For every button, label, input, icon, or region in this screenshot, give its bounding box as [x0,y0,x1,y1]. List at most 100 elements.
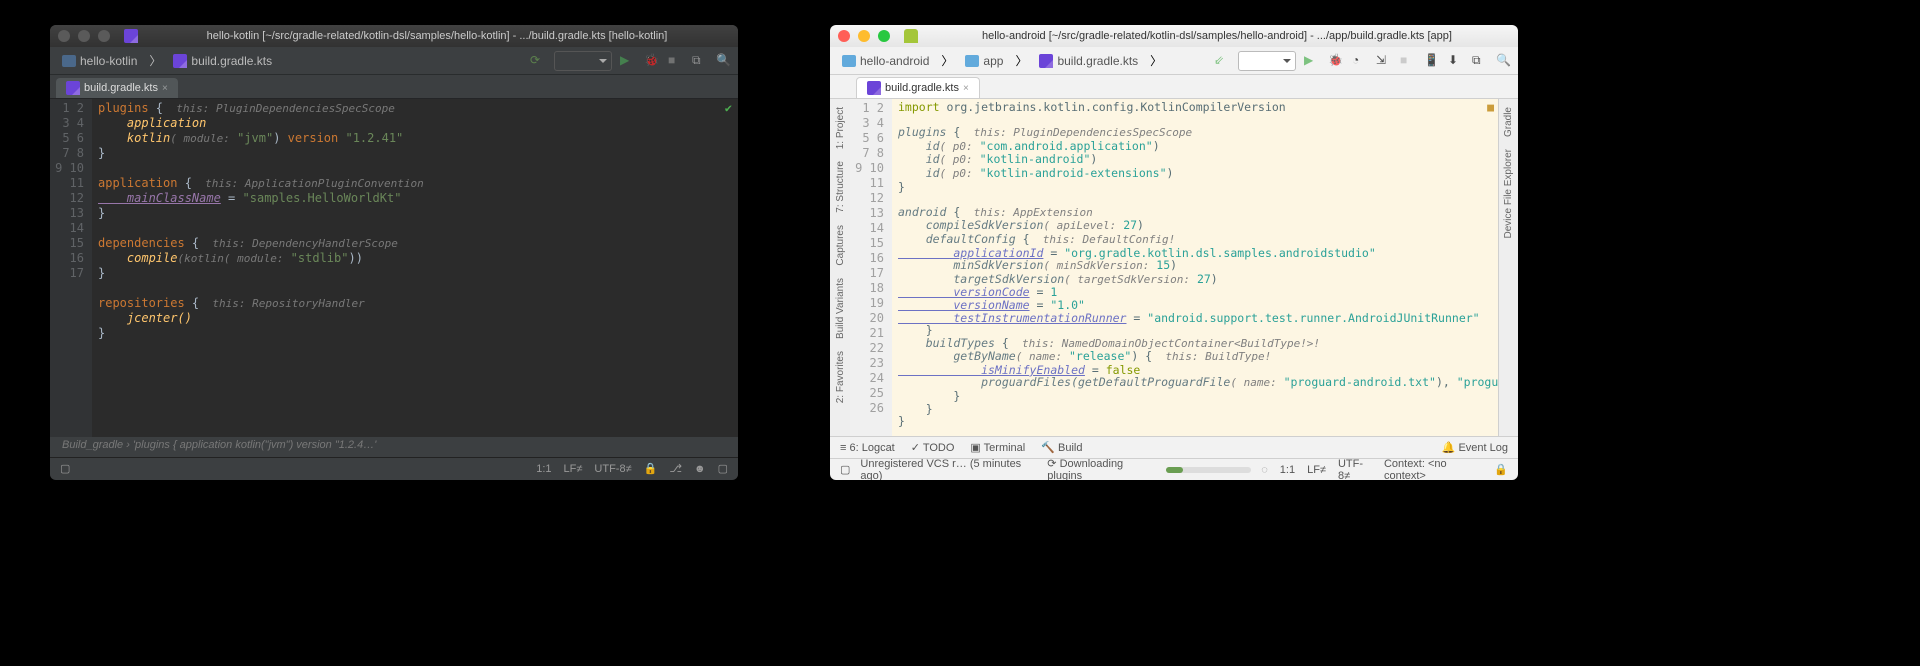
layout-icon[interactable]: ⧉ [1472,53,1488,69]
status-bar: ▢ Unregistered VCS r… (5 minutes ago) ⟳ … [830,458,1518,480]
tool-tab-build-variants[interactable]: Build Variants [835,274,846,343]
editor-tab[interactable]: build.gradle.kts × [56,78,178,98]
inspection-ok-icon: ✔ [725,101,732,116]
tool-tab-project[interactable]: 1: Project [835,103,846,153]
line-gutter[interactable]: 1 2 3 4 5 6 7 8 9 10 11 12 13 14 15 16 1… [850,99,892,436]
search-icon[interactable]: 🔍 [716,53,732,69]
run-config-select[interactable] [554,51,612,71]
run-icon[interactable]: ▶ [1304,53,1320,69]
tool-tab-logcat[interactable]: ≡ 6: Logcat [840,442,895,454]
breadcrumb-label: build.gradle.kts [191,54,272,68]
breadcrumb-project[interactable]: hello-android [836,52,935,70]
breadcrumb-label: hello-android [860,54,929,68]
breadcrumb-label: build.gradle.kts [1057,54,1138,68]
titlebar[interactable]: hello-android [~/src/gradle-related/kotl… [830,25,1518,47]
tool-tab-terminal[interactable]: ▣ Terminal [970,441,1025,454]
close-tab-icon[interactable]: × [162,83,168,94]
tool-tab-build[interactable]: 🔨 Build [1041,441,1082,454]
breadcrumb-label: hello-kotlin [80,54,137,68]
chevron-down-icon [1283,59,1291,67]
tool-tab-todo[interactable]: ✓ TODO [911,441,955,454]
line-gutter[interactable]: 1 2 3 4 5 6 7 8 9 10 11 12 13 14 15 16 1… [50,99,92,437]
sync-icon[interactable]: ⇙ [1214,53,1230,69]
close-icon[interactable] [838,30,850,42]
bottom-tool-stripe: ≡ 6: Logcat ✓ TODO ▣ Terminal 🔨 Build 🔔 … [830,436,1518,458]
chevron-down-icon [599,59,607,67]
code-area[interactable]: plugins { this: PluginDependenciesSpecSc… [92,99,738,437]
module-icon [965,55,979,67]
tool-tab-captures[interactable]: Captures [835,221,846,270]
line-ending[interactable]: LF≠ [1307,464,1326,476]
search-icon[interactable]: 🔍 [1496,53,1512,69]
tool-tab-event-log[interactable]: 🔔 Event Log [1442,441,1508,454]
breadcrumb-project[interactable]: hello-kotlin [56,52,143,70]
titlebar[interactable]: hello-kotlin [~/src/gradle-related/kotli… [50,25,738,47]
stop-icon[interactable]: ■ [668,53,684,69]
caret-position[interactable]: 1:1 [1280,464,1295,476]
code-area[interactable]: import org.jetbrains.kotlin.config.Kotli… [892,99,1498,436]
caret-position[interactable]: 1:1 [536,463,551,475]
breadcrumb-file[interactable]: build.gradle.kts [1033,52,1144,70]
progress-bar [1166,467,1252,473]
debug-icon[interactable]: 🐞 [644,53,660,69]
avd-icon[interactable]: 📱 [1424,53,1440,69]
kotlin-file-icon [867,81,881,95]
breadcrumb-file[interactable]: build.gradle.kts [167,52,278,70]
hector-icon[interactable]: ▢ [718,462,728,475]
layout-icon[interactable]: ⧉ [692,53,708,69]
kotlin-file-icon [66,81,80,95]
minimize-icon[interactable] [78,30,90,42]
breadcrumb-module[interactable]: app [959,52,1009,70]
tool-tab-structure[interactable]: 7: Structure [835,157,846,217]
attach-icon[interactable]: ⇲ [1376,53,1392,69]
navigation-toolbar: hello-android 〉 app 〉 build.gradle.kts 〉… [830,47,1518,75]
right-tool-stripe: Gradle Device File Explorer [1498,99,1518,436]
close-tab-icon[interactable]: × [963,83,969,94]
git-icon[interactable]: ⎇ [669,462,682,475]
tab-label: build.gradle.kts [885,82,959,94]
chevron-right-icon: 〉 [941,52,953,69]
debug-icon[interactable]: 🐞 [1328,53,1344,69]
status-bar: ▢ 1:1 LF≠ UTF-8≠ 🔒 ⎇ ☻ ▢ [50,457,738,479]
file-encoding[interactable]: UTF-8≠ [594,463,631,475]
tab-label: build.gradle.kts [84,82,158,94]
file-encoding[interactable]: UTF-8≠ [1338,458,1372,481]
editor-tabs: build.gradle.kts × [50,75,738,99]
run-icon[interactable]: ▶ [620,53,636,69]
structure-breadcrumb[interactable]: Build_gradle › 'plugins { application ko… [50,437,738,457]
breadcrumb-label: app [983,54,1003,68]
tool-tab-device-file-explorer[interactable]: Device File Explorer [1503,145,1514,242]
status-vcs[interactable]: Unregistered VCS r… (5 minutes ago) [860,458,1037,481]
profile-icon[interactable]: ◔ [1352,53,1368,69]
process-indicator-icon[interactable]: ◌ [1261,464,1268,476]
stop-icon[interactable]: ■ [1400,53,1416,69]
status-icon[interactable]: ▢ [60,462,70,475]
status-download: ⟳ Downloading plugins [1047,457,1155,480]
editor-tab[interactable]: build.gradle.kts × [856,77,980,98]
lock-icon[interactable]: 🔒 [644,462,658,475]
status-icon[interactable]: ▢ [840,463,850,476]
context-status[interactable]: Context: <no context> [1384,458,1482,481]
tool-tab-favorites[interactable]: 2: Favorites [835,347,846,407]
android-studio-window: hello-android [~/src/gradle-related/kotl… [830,25,1518,480]
folder-icon [62,55,76,67]
inspector-icon[interactable]: ☻ [694,463,706,475]
line-ending[interactable]: LF≠ [564,463,583,475]
intellij-dark-window: hello-kotlin [~/src/gradle-related/kotli… [50,25,738,480]
run-config-select[interactable] [1238,51,1296,71]
minimize-icon[interactable] [858,30,870,42]
maximize-icon[interactable] [878,30,890,42]
tool-tab-gradle[interactable]: Gradle [1503,103,1514,141]
sdk-icon[interactable]: ⬇ [1448,53,1464,69]
maximize-icon[interactable] [98,30,110,42]
chevron-right-icon: 〉 [1015,52,1027,69]
editor-tabs: build.gradle.kts × [830,75,1518,99]
kotlin-file-icon [173,54,187,68]
navigation-toolbar: hello-kotlin 〉 build.gradle.kts ⟳ ▶ 🐞 ■ … [50,47,738,75]
chevron-right-icon: 〉 [1150,52,1162,69]
sync-icon[interactable]: ⟳ [530,53,546,69]
close-icon[interactable] [58,30,70,42]
window-title: hello-kotlin [~/src/gradle-related/kotli… [207,30,668,42]
window-controls [838,30,890,42]
lock-icon[interactable]: 🔒 [1494,463,1508,476]
